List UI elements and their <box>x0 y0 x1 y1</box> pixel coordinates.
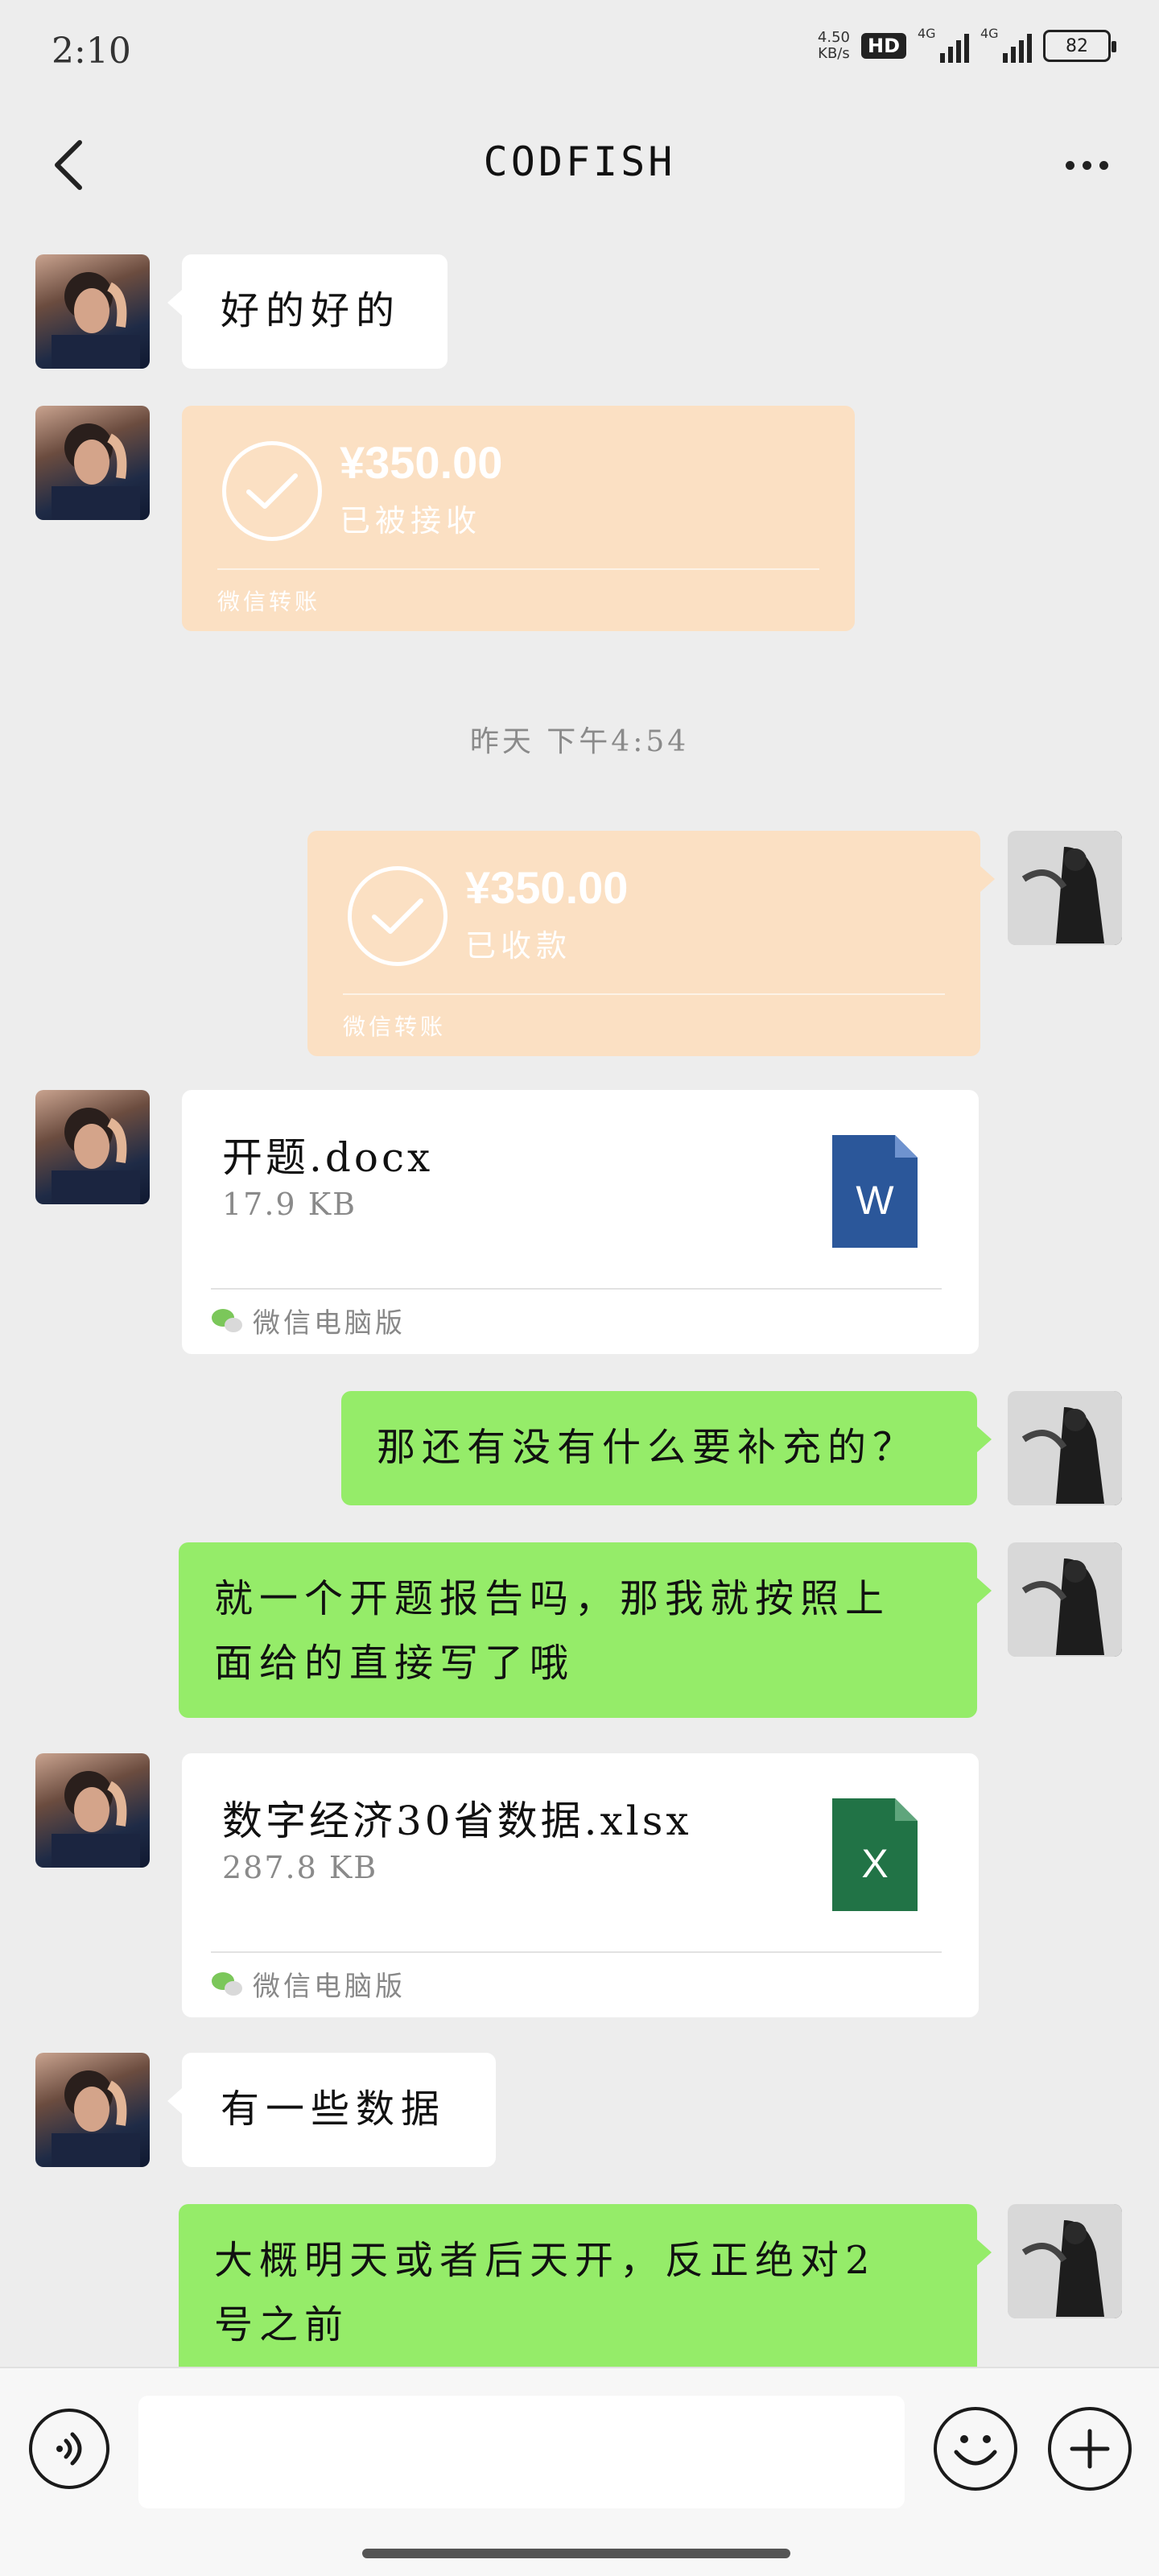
plus-icon <box>1070 2429 1110 2469</box>
network-speed: 4.50 KB/s <box>817 29 850 62</box>
transfer-card[interactable]: ¥350.00 已收款 微信转账 <box>307 831 995 1056</box>
chat-header: CODFISH <box>0 105 1159 225</box>
file-size: 17.9 KB <box>222 1187 357 1222</box>
status-bar: 2:10 4.50 KB/s HD 4G 4G 82 <box>0 0 1159 105</box>
input-bar <box>0 2367 1159 2576</box>
file-source: 微信电脑版 <box>211 1964 406 2004</box>
emoji-icon <box>954 2435 997 2466</box>
transfer-card[interactable]: ¥350.00 已被接收 微信转账 <box>182 406 855 631</box>
status-time: 2:10 <box>52 31 131 72</box>
message-bubble[interactable]: 好的好的 <box>167 254 448 369</box>
message-bubble[interactable]: 有一些数据 <box>167 2053 496 2167</box>
file-source: 微信电脑版 <box>211 1301 406 1340</box>
transfer-label: 微信转账 <box>343 1013 447 1040</box>
file-card[interactable]: 数字经济30省数据.xlsx 287.8 KB X 微信电脑版 <box>182 1753 979 2017</box>
avatar-self[interactable] <box>1008 831 1122 945</box>
avatar[interactable] <box>35 2053 150 2167</box>
divider <box>343 993 945 995</box>
more-button[interactable] <box>1054 137 1119 193</box>
svg-text:X: X <box>861 1841 888 1886</box>
message-bubble[interactable]: 就一个开题报告吗，那我就按照上 面给的直接写了哦 <box>179 1542 992 1718</box>
divider <box>211 1951 942 1953</box>
more-dots-icon <box>1065 160 1074 170</box>
divider <box>217 568 819 570</box>
file-size: 287.8 KB <box>222 1850 378 1885</box>
avatar[interactable] <box>35 254 150 369</box>
avatar-self[interactable] <box>1008 1391 1122 1505</box>
message-bubble[interactable]: 大概明天或者后天开，反正绝对2 号之前 <box>179 2204 992 2367</box>
home-indicator[interactable] <box>362 2549 790 2558</box>
status-indicators: 4.50 KB/s HD 4G 4G 82 <box>817 26 1116 63</box>
file-name: 开题.docx <box>222 1134 434 1181</box>
chat-title: CODFISH <box>483 138 676 185</box>
voice-button[interactable] <box>29 2409 109 2489</box>
message-bubble[interactable]: 那还有没有什么要补充的？ <box>341 1391 992 1505</box>
svg-text:W: W <box>856 1178 894 1223</box>
plus-button[interactable] <box>1048 2407 1132 2491</box>
hd-badge: HD <box>860 33 906 59</box>
message-input[interactable] <box>138 2396 905 2508</box>
avatar-self[interactable] <box>1008 2204 1122 2318</box>
voice-icon <box>56 2432 82 2466</box>
transfer-status: 已收款 <box>465 928 572 964</box>
transfer-label: 微信转账 <box>217 588 321 615</box>
excel-icon: X <box>832 1798 918 1911</box>
emoji-button[interactable] <box>934 2407 1017 2491</box>
check-circle-icon <box>348 866 448 966</box>
transfer-amount: ¥350.00 <box>340 437 503 488</box>
file-card[interactable]: 开题.docx 17.9 KB W 微信电脑版 <box>182 1090 979 1354</box>
wechat-icon <box>212 1971 242 1996</box>
message-list[interactable]: 好的好的 ¥350.00 已被接收 微信转账 昨天 下午4:54 ¥350.00… <box>0 225 1159 2367</box>
avatar-self[interactable] <box>1008 1542 1122 1657</box>
wechat-icon <box>212 1308 242 1332</box>
check-circle-icon <box>222 441 322 541</box>
word-icon: W <box>832 1135 918 1248</box>
avatar[interactable] <box>35 1090 150 1204</box>
file-name: 数字经济30省数据.xlsx <box>222 1798 692 1844</box>
avatar[interactable] <box>35 1753 150 1868</box>
battery-icon: 82 <box>1043 30 1116 62</box>
transfer-status: 已被接收 <box>340 503 482 539</box>
divider <box>211 1288 942 1290</box>
timestamp: 昨天 下午4:54 <box>469 725 690 758</box>
transfer-amount: ¥350.00 <box>465 862 629 913</box>
signal-icon: 4G <box>918 26 969 63</box>
avatar[interactable] <box>35 406 150 520</box>
signal-icon-2: 4G <box>980 26 1032 63</box>
